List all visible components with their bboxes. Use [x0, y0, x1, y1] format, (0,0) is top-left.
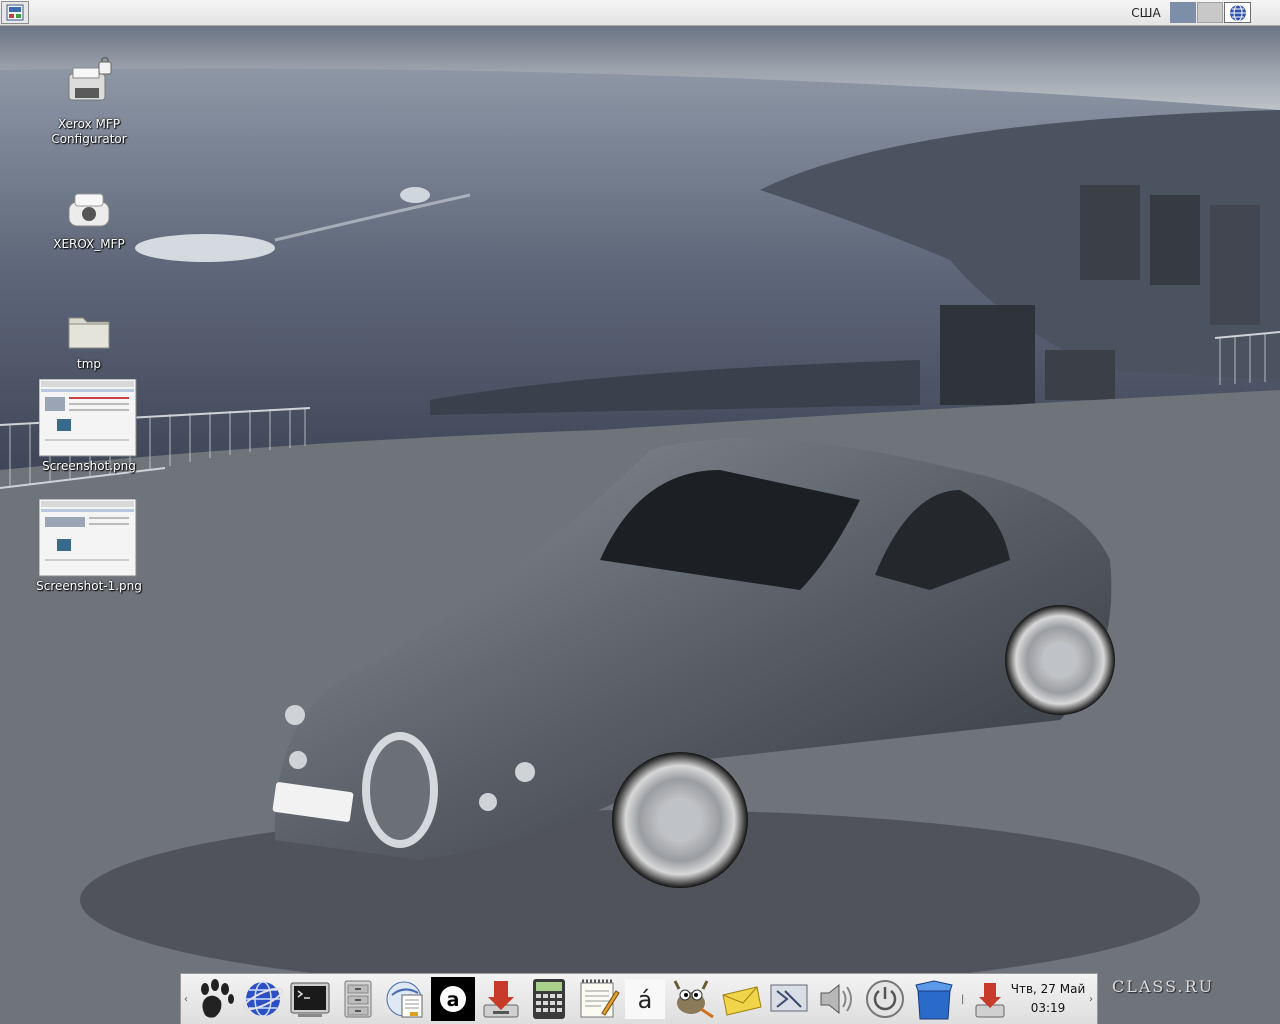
image-thumbnail [39, 379, 137, 457]
launcher-web-browser[interactable] [241, 977, 285, 1021]
main-menu-button[interactable] [1, 1, 29, 24]
calculator-icon [533, 979, 565, 1019]
desktop-icon-label: Screenshot.png [42, 459, 136, 473]
clock-time: 03:19 [1030, 1001, 1066, 1015]
clock[interactable]: Чтв, 27 Май 03:19 [1003, 980, 1093, 1020]
desktop-icon-tmp[interactable]: tmp [34, 310, 144, 374]
launcher-mail-client[interactable] [384, 977, 428, 1021]
top-panel: США [0, 0, 1280, 26]
terminal-icon [290, 982, 330, 1017]
workspace-1[interactable] [1170, 2, 1196, 23]
printer-lock-icon [68, 56, 112, 101]
desktop: США Xerox MFP Configurator XEROX_MFP tmp… [0, 0, 1280, 1024]
volume-icon [820, 983, 852, 1015]
launcher-volume[interactable] [815, 977, 859, 1021]
keyboard-layout-indicator[interactable]: США [1126, 4, 1166, 22]
dock-separator: | [961, 994, 965, 1005]
web-browser-globe-icon [242, 981, 284, 1017]
launcher-text-editor[interactable] [576, 977, 620, 1021]
clock-date: Чтв, 27 Май [1010, 982, 1086, 996]
launcher-mail-envelope[interactable] [719, 977, 763, 1021]
main-menu-icon [6, 4, 24, 21]
globe-icon [1230, 4, 1246, 22]
image-thumbnail [39, 499, 137, 577]
gnome-foot-icon [201, 979, 234, 1018]
dock-handle-right[interactable]: › [1089, 978, 1095, 1022]
launcher-remote-desktop[interactable] [767, 977, 811, 1021]
desktop-icon-screenshot-1[interactable]: Screenshot-1.png [34, 499, 144, 595]
gimp-icon [673, 980, 714, 1019]
launcher-software-installer[interactable] [912, 977, 956, 1021]
launcher-file-cabinet[interactable] [336, 977, 380, 1021]
launcher-gimp[interactable] [671, 977, 715, 1021]
mail-client-icon [386, 981, 423, 1018]
launcher-download-manager[interactable] [479, 977, 523, 1021]
text-editor-icon [580, 979, 620, 1018]
launcher-terminal[interactable] [288, 977, 332, 1021]
download-manager-icon [483, 981, 519, 1018]
desktop-icon-xerox-mfp[interactable]: XEROX_MFP [34, 190, 144, 254]
desktop-icon-label: Screenshot-1.png [36, 579, 142, 593]
adobe-reader-icon: a [431, 977, 475, 1021]
desktop-icon-label: tmp [76, 357, 101, 371]
svg-text:á: á [638, 986, 653, 1014]
power-icon [866, 980, 904, 1018]
launcher-adobe-reader[interactable]: a [431, 977, 475, 1021]
wallpaper [0, 0, 1280, 1024]
workspace-2[interactable] [1197, 2, 1223, 23]
launcher-calculator[interactable] [527, 977, 571, 1021]
character-map-icon: á [625, 979, 665, 1019]
desktop-icon-screenshot[interactable]: Screenshot.png [34, 379, 144, 475]
watermark: CLASS.RU [1112, 977, 1215, 996]
folder-icon [68, 317, 110, 349]
printer-icon [68, 193, 110, 227]
launcher-character-map[interactable]: á [623, 977, 667, 1021]
desktop-icon-xerox-configurator[interactable]: Xerox MFP Configurator [34, 56, 144, 152]
desktop-icon-label: XEROX_MFP [53, 237, 125, 251]
svg-text:a: a [447, 989, 460, 1011]
bottom-dock: ‹ a á | Чтв, 27 Май 03:19 › [180, 973, 1098, 1024]
file-cabinet-icon [344, 980, 372, 1018]
mail-envelope-icon [722, 986, 762, 1016]
software-installer-icon [915, 980, 953, 1020]
remote-desktop-icon [770, 984, 808, 1012]
desktop-icon-label: Xerox MFP Configurator [51, 117, 127, 146]
launcher-power[interactable] [863, 977, 907, 1021]
network-tray-icon[interactable] [1224, 2, 1251, 23]
launcher-gnome[interactable] [193, 977, 237, 1021]
dock-handle-left[interactable]: ‹ [184, 978, 190, 1022]
